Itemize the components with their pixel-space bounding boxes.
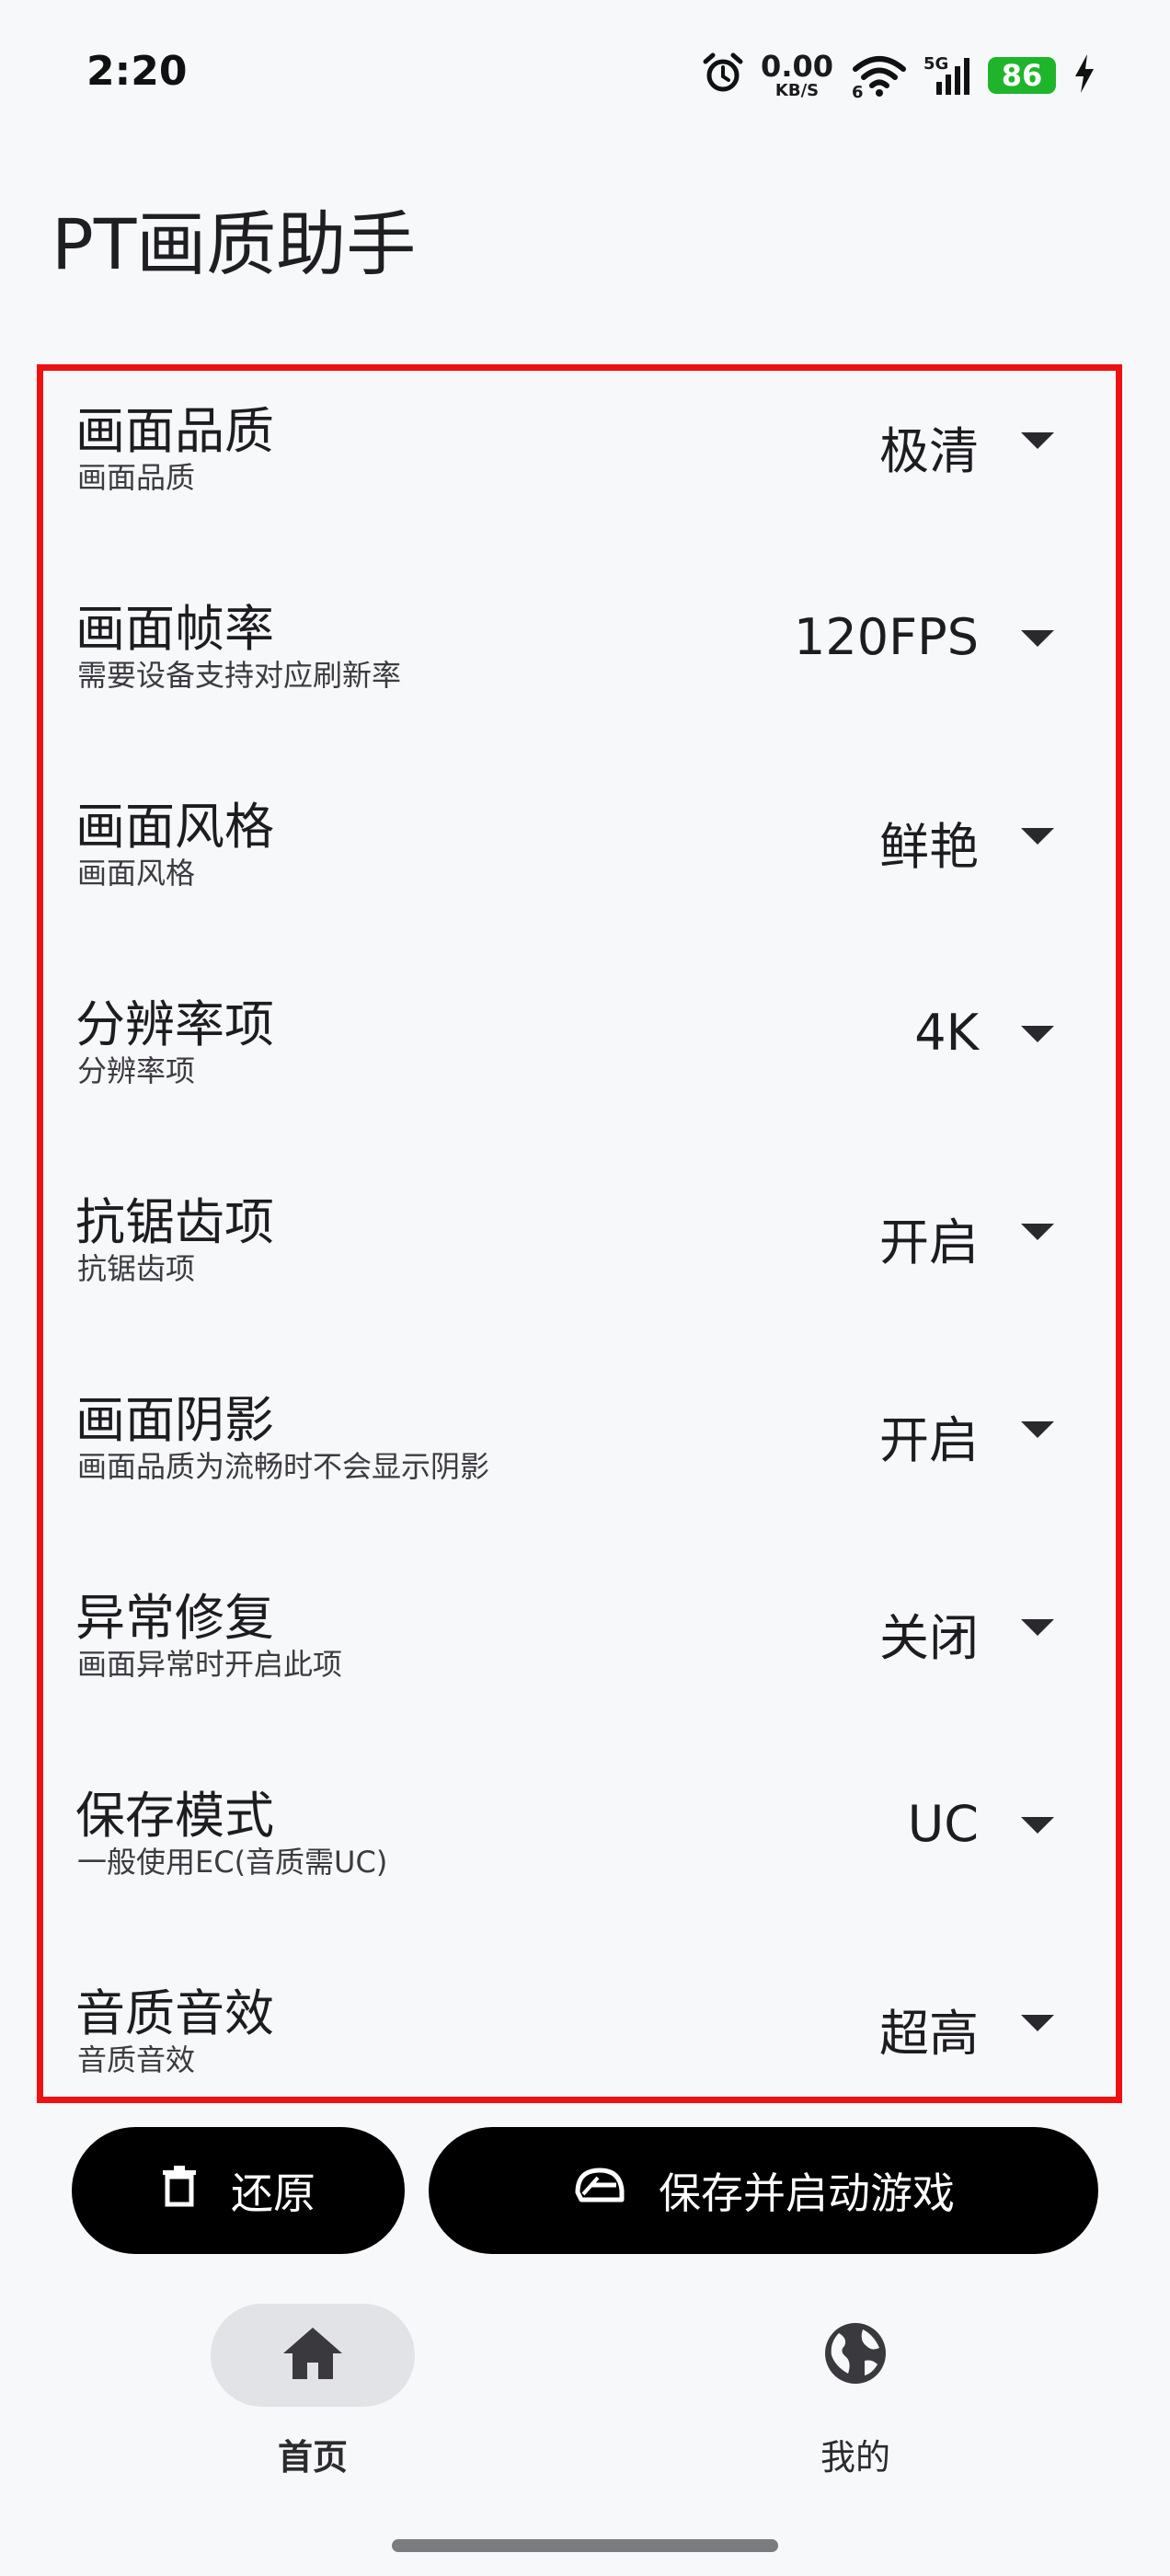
setting-subtitle: 抗锯齿项 [77, 1251, 196, 1286]
setting-subtitle: 画面品质为流畅时不会显示阴影 [77, 1449, 490, 1484]
signal-icon: 5G [923, 54, 971, 97]
nav-pill-profile[interactable] [753, 2304, 958, 2407]
dropdown-caret-icon[interactable] [1021, 1817, 1054, 1834]
setting-value[interactable]: 开启 [879, 1399, 979, 1472]
setting-row-save-mode[interactable]: 保存模式 一般使用EC(音质需UC) UC [37, 1749, 1122, 1933]
setting-row-audio-quality[interactable]: 音质音效 音质音效 超高 [37, 1947, 1122, 2131]
helmet-icon [572, 2165, 625, 2217]
network-speed: 0.00 KB/S [761, 52, 833, 99]
charging-icon [1072, 52, 1096, 98]
wifi-icon: 6 [852, 54, 907, 102]
nav-item-home[interactable]: 首页 [175, 2304, 451, 2515]
trash-icon [161, 2165, 198, 2217]
dropdown-caret-icon[interactable] [1021, 630, 1054, 647]
setting-value[interactable]: 关闭 [879, 1597, 979, 1670]
page-title: PT画质助手 [52, 203, 417, 285]
save-and-launch-label: 保存并启动游戏 [659, 2168, 955, 2218]
status-time: 2:20 [86, 48, 188, 95]
restore-label: 还原 [231, 2168, 315, 2218]
setting-value[interactable]: 开启 [879, 1202, 979, 1274]
dropdown-caret-icon[interactable] [1021, 828, 1054, 845]
setting-title: 保存模式 [75, 1787, 274, 1845]
signal-badge: 5G [923, 54, 949, 74]
wifi-badge: 6 [852, 83, 864, 102]
status-bar: 2:20 0.00 KB/S 6 5G 86 [0, 0, 1170, 147]
setting-row-picture-style[interactable]: 画面风格 画面风格 鲜艳 [37, 760, 1122, 944]
nav-pill-home[interactable] [211, 2304, 415, 2407]
network-speed-unit: KB/S [774, 81, 820, 100]
setting-subtitle: 画面品质 [77, 460, 196, 495]
setting-row-frame-rate[interactable]: 画面帧率 需要设备支持对应刷新率 120FPS [37, 562, 1122, 746]
setting-title: 画面风格 [75, 798, 274, 856]
alarm-icon [702, 52, 744, 98]
setting-subtitle: 画面异常时开启此项 [77, 1647, 343, 1682]
nav-label-profile: 我的 [820, 2437, 890, 2478]
setting-value[interactable]: 120FPS [794, 608, 979, 666]
setting-title: 分辨率项 [75, 995, 274, 1053]
dropdown-caret-icon[interactable] [1021, 1421, 1054, 1438]
setting-title: 画面阴影 [75, 1391, 274, 1449]
nav-item-profile[interactable]: 我的 [717, 2304, 993, 2515]
setting-row-resolution[interactable]: 分辨率项 分辨率项 4K [37, 958, 1122, 1142]
nav-label-home: 首页 [277, 2437, 348, 2478]
setting-title: 异常修复 [75, 1589, 274, 1647]
setting-title: 画面品质 [75, 402, 274, 460]
network-speed-value: 0.00 [761, 49, 833, 84]
setting-subtitle: 画面风格 [77, 856, 196, 891]
setting-subtitle: 需要设备支持对应刷新率 [77, 658, 402, 693]
dropdown-caret-icon[interactable] [1021, 432, 1054, 449]
bottom-navigation: 首页 我的 [0, 2282, 1170, 2539]
setting-row-glitch-fix[interactable]: 异常修复 画面异常时开启此项 关闭 [37, 1551, 1122, 1735]
setting-value[interactable]: 超高 [879, 1993, 979, 2065]
setting-row-shadows[interactable]: 画面阴影 画面品质为流畅时不会显示阴影 开启 [37, 1353, 1122, 1537]
setting-subtitle: 分辨率项 [77, 1053, 196, 1088]
setting-title: 音质音效 [75, 1984, 274, 2042]
status-icons: 0.00 KB/S 6 5G 86 [702, 48, 1096, 103]
home-icon [280, 2324, 346, 2386]
dropdown-caret-icon[interactable] [1021, 1224, 1054, 1240]
dropdown-caret-icon[interactable] [1021, 1026, 1054, 1042]
restore-button[interactable]: 还原 [72, 2127, 405, 2254]
setting-title: 抗锯齿项 [75, 1193, 274, 1251]
dropdown-caret-icon[interactable] [1021, 2015, 1054, 2031]
setting-subtitle: 音质音效 [77, 2042, 196, 2077]
setting-value[interactable]: 极清 [879, 410, 979, 483]
home-indicator-bar[interactable] [392, 2539, 778, 2552]
battery-indicator: 86 [988, 57, 1056, 94]
setting-value[interactable]: UC [908, 1795, 979, 1853]
setting-subtitle: 一般使用EC(音质需UC) [77, 1845, 388, 1880]
setting-value[interactable]: 鲜艳 [879, 806, 979, 879]
setting-value[interactable]: 4K [914, 1004, 979, 1062]
dropdown-caret-icon[interactable] [1021, 1619, 1054, 1636]
save-and-launch-button[interactable]: 保存并启动游戏 [429, 2127, 1098, 2254]
globe-icon [822, 2320, 889, 2390]
setting-row-picture-quality[interactable]: 画面品质 画面品质 极清 [37, 364, 1122, 548]
setting-row-anti-aliasing[interactable]: 抗锯齿项 抗锯齿项 开启 [37, 1156, 1122, 1340]
setting-title: 画面帧率 [75, 600, 274, 658]
